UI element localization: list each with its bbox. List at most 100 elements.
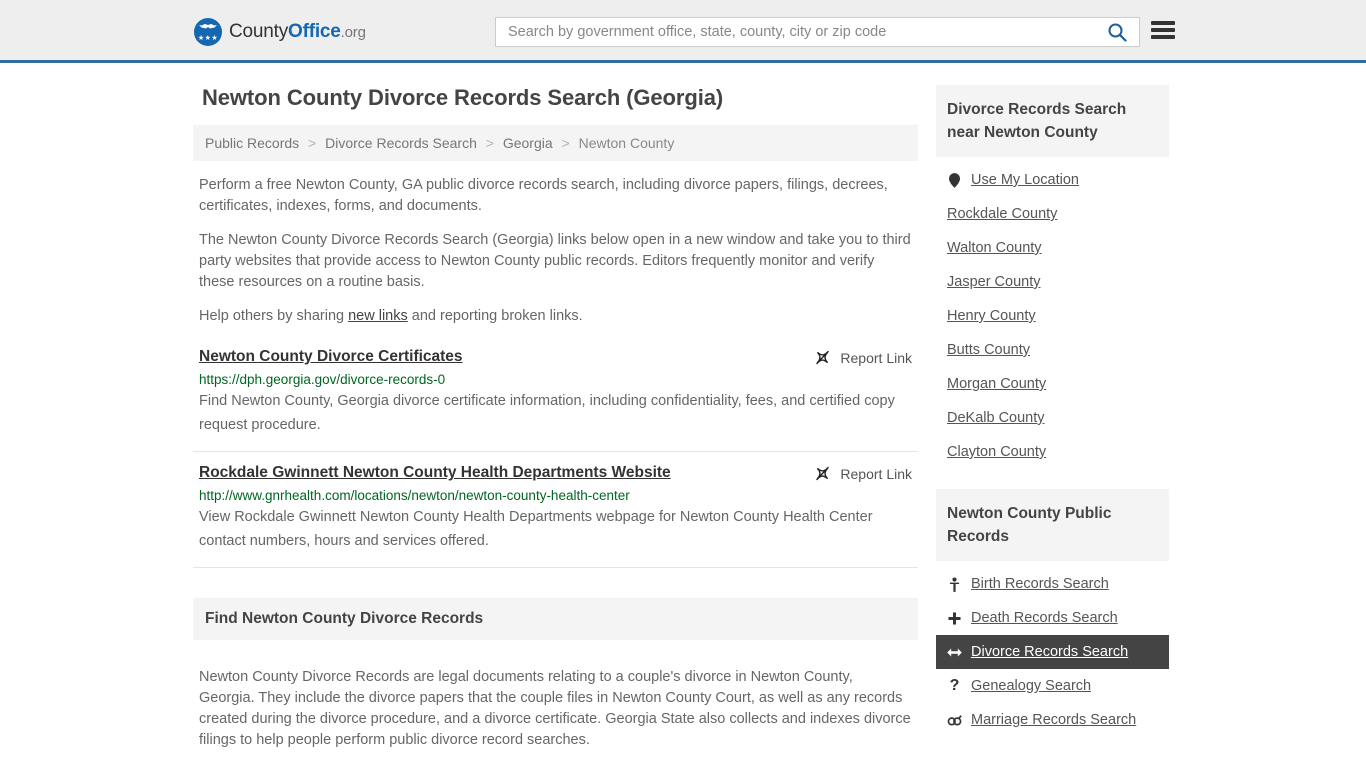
report-link-label: Report Link: [840, 349, 912, 366]
report-link-button[interactable]: Report Link: [814, 349, 912, 366]
brand-part-org: .org: [340, 24, 366, 41]
sidebar-item-label: Clayton County: [947, 444, 1047, 460]
list-item: Divorce Records Search: [936, 635, 1169, 669]
result-title-link[interactable]: Newton County Divorce Certificates: [199, 348, 463, 366]
question-mark-icon: ?: [949, 677, 960, 694]
sidebar-item-label: Death Records Search: [971, 610, 1118, 626]
hamburger-bar-3: [1151, 35, 1175, 39]
sidebar-item-genealogy-search[interactable]: ? Genealogy Search: [936, 669, 1169, 703]
search-bar[interactable]: [495, 17, 1140, 47]
result-description: Find Newton County, Georgia divorce cert…: [199, 393, 895, 433]
new-links-link[interactable]: new links: [348, 308, 408, 324]
list-item: Henry County: [936, 299, 1169, 333]
sidebar-item-marriage-records-search[interactable]: Marriage Records Search: [936, 703, 1169, 737]
find-section-body: Newton County Divorce Records are legal …: [193, 653, 918, 768]
sidebar-item-label: Butts County: [947, 342, 1031, 358]
baby-icon: [947, 576, 962, 592]
sidebar-item-morgan-county[interactable]: Morgan County: [936, 367, 1169, 401]
sidebar-item-rockdale-county[interactable]: Rockdale County: [936, 197, 1169, 231]
sidebar-item-label: Use My Location: [971, 172, 1079, 188]
sidebar-item-label: Birth Records Search: [971, 576, 1109, 592]
result-item: Newton County Divorce Certificates Repor…: [193, 340, 918, 452]
page-body: Newton County Divorce Records Search (Ge…: [0, 63, 1366, 768]
sidebar-item-henry-county[interactable]: Henry County: [936, 299, 1169, 333]
main-content: Newton County Divorce Records Search (Ge…: [193, 85, 918, 768]
find-section-paragraph: Newton County Divorce Records are legal …: [199, 668, 911, 748]
result-header: Newton County Divorce Certificates Repor…: [199, 348, 912, 366]
list-item: Walton County: [936, 231, 1169, 265]
sidebar-item-jasper-county[interactable]: Jasper County: [936, 265, 1169, 299]
search-input[interactable]: [496, 18, 1095, 46]
intro-paragraph-3: Help others by sharing new links and rep…: [193, 306, 918, 327]
sidebar-public-records-card: Newton County Public Records Birth Recor…: [936, 489, 1169, 737]
rings-icon: [947, 714, 962, 726]
sidebar: Divorce Records Search near Newton Count…: [936, 85, 1169, 768]
sidebar-item-birth-records-search[interactable]: Birth Records Search: [936, 567, 1169, 601]
sidebar-item-label: Divorce Records Search: [971, 644, 1129, 660]
list-item: Death Records Search: [936, 601, 1169, 635]
sidebar-public-records-list: Birth Records Search Death Records Searc…: [936, 561, 1169, 737]
sidebar-item-label: Genealogy Search: [971, 678, 1092, 694]
breadcrumb-item-newton-county: Newton County: [578, 135, 675, 151]
result-url: http://www.gnrhealth.com/locations/newto…: [199, 488, 630, 503]
find-section-heading: Find Newton County Divorce Records: [193, 598, 918, 640]
list-item: Jasper County: [936, 265, 1169, 299]
site-logo[interactable]: ★★★ CountyOffice.org: [194, 18, 366, 46]
brand-part-county: County: [229, 21, 289, 42]
intro-paragraph-3-pre: Help others by sharing: [199, 308, 349, 324]
intro-section: Perform a free Newton County, GA public …: [193, 175, 918, 327]
breadcrumb-separator-1: >: [308, 135, 317, 151]
intro-paragraph-1: Perform a free Newton County, GA public …: [199, 177, 888, 214]
report-link-button[interactable]: Report Link: [814, 465, 912, 482]
cross-icon: [947, 611, 962, 625]
countyoffice-logo-icon: ★★★: [194, 18, 222, 46]
list-item: Clayton County: [936, 435, 1169, 469]
sidebar-item-death-records-search[interactable]: Death Records Search: [936, 601, 1169, 635]
eagle-icon: [199, 24, 217, 29]
left-right-arrow-icon: [947, 647, 962, 658]
intro-paragraph-3-post: and reporting broken links.: [407, 308, 583, 324]
list-item: DeKalb County: [936, 401, 1169, 435]
result-url: https://dph.georgia.gov/divorce-records-…: [199, 372, 446, 387]
sidebar-item-label: Rockdale County: [947, 206, 1058, 222]
report-link-label: Report Link: [840, 465, 912, 482]
list-item: Marriage Records Search: [936, 703, 1169, 737]
hamburger-menu-icon[interactable]: [1151, 19, 1175, 41]
sidebar-item-label: Henry County: [947, 308, 1036, 324]
breadcrumb-item-public-records[interactable]: Public Records: [205, 135, 299, 151]
breadcrumb-item-georgia[interactable]: Georgia: [503, 135, 553, 151]
list-item: Birth Records Search: [936, 567, 1169, 601]
breadcrumb-separator-2: >: [485, 135, 494, 151]
page-title: Newton County Divorce Records Search (Ge…: [202, 85, 724, 110]
intro-paragraph-2: The Newton County Divorce Records Search…: [199, 232, 911, 290]
stars-icon: ★★★: [197, 35, 219, 42]
sidebar-item-clayton-county[interactable]: Clayton County: [936, 435, 1169, 469]
sidebar-item-label: Jasper County: [947, 274, 1041, 290]
list-item: Butts County: [936, 333, 1169, 367]
result-title-link[interactable]: Rockdale Gwinnett Newton County Health D…: [199, 464, 671, 482]
sidebar-item-butts-county[interactable]: Butts County: [936, 333, 1169, 367]
sidebar-nearby-list: Use My Location Rockdale County Walton C…: [936, 157, 1169, 469]
sidebar-item-divorce-records-search[interactable]: Divorce Records Search: [936, 635, 1169, 669]
hamburger-bar-1: [1151, 21, 1175, 25]
sidebar-item-walton-county[interactable]: Walton County: [936, 231, 1169, 265]
map-pin-icon: [947, 172, 962, 188]
result-header: Rockdale Gwinnett Newton County Health D…: [199, 464, 912, 482]
sidebar-item-use-my-location[interactable]: Use My Location: [936, 163, 1169, 197]
hamburger-bar-2: [1151, 28, 1175, 32]
list-item: Use My Location: [936, 163, 1169, 197]
breadcrumb-item-divorce-records-search[interactable]: Divorce Records Search: [325, 135, 477, 151]
sidebar-item-label: DeKalb County: [947, 410, 1045, 426]
breadcrumb: Public Records > Divorce Records Search …: [193, 125, 918, 161]
sidebar-item-label: Morgan County: [947, 376, 1047, 392]
brand-wordmark: CountyOffice.org: [229, 21, 366, 43]
result-item: Rockdale Gwinnett Newton County Health D…: [193, 456, 918, 568]
search-button[interactable]: [1095, 18, 1139, 46]
list-item: ? Genealogy Search: [936, 669, 1169, 703]
sidebar-item-label: Walton County: [947, 240, 1042, 256]
sidebar-item-dekalb-county[interactable]: DeKalb County: [936, 401, 1169, 435]
sidebar-nearby-heading: Divorce Records Search near Newton Count…: [936, 85, 1169, 157]
list-item: Rockdale County: [936, 197, 1169, 231]
result-description: View Rockdale Gwinnett Newton County Hea…: [199, 509, 873, 549]
broken-link-icon: [816, 466, 830, 481]
